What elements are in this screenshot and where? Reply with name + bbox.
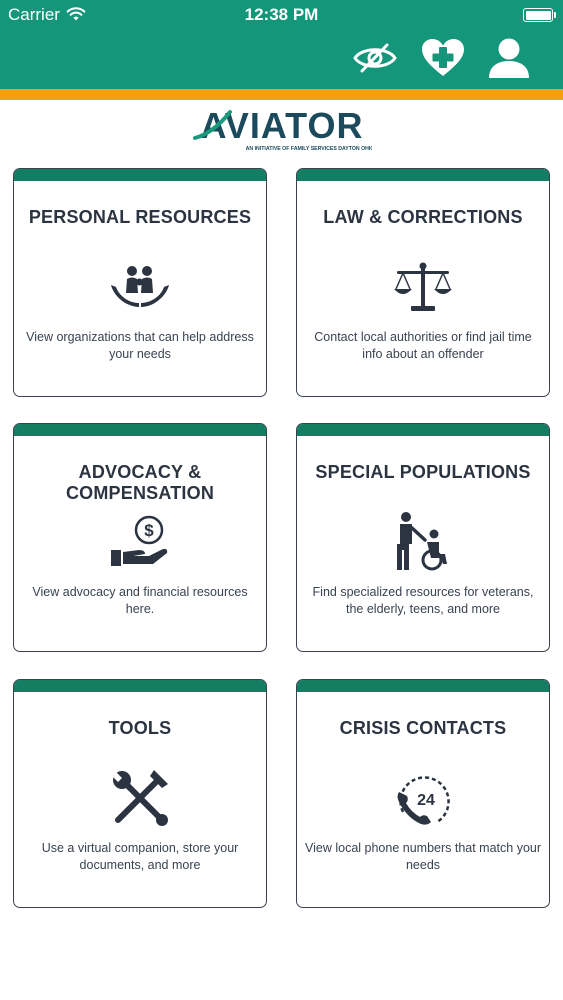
aviator-logo: AVIATOR AN INITIATIVE OF FAMILY SERVICES… bbox=[192, 105, 374, 154]
tools-icon bbox=[14, 768, 266, 828]
card-header-bar bbox=[14, 169, 266, 181]
card-header-bar bbox=[297, 680, 549, 692]
phone-24-icon: 24 bbox=[297, 768, 549, 828]
status-time: 12:38 PM bbox=[244, 5, 319, 24]
card-advocacy-compensation[interactable]: ADVOCACY & COMPENSATION $ View advocacy … bbox=[13, 423, 267, 652]
card-special-populations[interactable]: SPECIAL POPULATIONS Find specialized res… bbox=[296, 423, 550, 652]
card-title: PERSONAL RESOURCES bbox=[28, 207, 252, 227]
money-hand-icon: $ bbox=[14, 512, 266, 572]
family-hands-icon bbox=[14, 257, 266, 317]
accent-bar bbox=[0, 89, 563, 100]
card-tools[interactable]: TOOLS Use a virtual companion, store you… bbox=[13, 679, 267, 908]
wheelchair-assist-icon bbox=[297, 512, 549, 572]
card-title: SPECIAL POPULATIONS bbox=[315, 462, 531, 482]
svg-text:AN INITIATIVE OF FAMILY SERVIC: AN INITIATIVE OF FAMILY SERVICES DAYTON … bbox=[246, 146, 372, 152]
card-description: View advocacy and financial resources he… bbox=[32, 585, 248, 616]
card-header-bar bbox=[297, 169, 549, 181]
card-description: View organizations that can help address… bbox=[26, 330, 254, 361]
svg-text:AVIATOR: AVIATOR bbox=[200, 108, 363, 146]
heart-plus-icon[interactable] bbox=[418, 36, 468, 80]
card-header-bar bbox=[14, 424, 266, 436]
card-law-corrections[interactable]: LAW & CORRECTIONS Contact local authorit… bbox=[296, 168, 550, 397]
card-title: CRISIS CONTACTS bbox=[339, 718, 507, 738]
card-description: Contact local authorities or find jail t… bbox=[314, 330, 532, 361]
card-personal-resources[interactable]: PERSONAL RESOURCES View organizations th… bbox=[13, 168, 267, 397]
app-header: Carrier 12:38 PM bbox=[0, 0, 563, 89]
status-bar: Carrier 12:38 PM bbox=[0, 0, 563, 30]
card-header-bar bbox=[297, 424, 549, 436]
user-icon[interactable] bbox=[484, 36, 534, 80]
card-header-bar bbox=[14, 680, 266, 692]
scales-icon bbox=[297, 257, 549, 317]
svg-text:24: 24 bbox=[417, 792, 435, 809]
card-title: LAW & CORRECTIONS bbox=[323, 207, 523, 227]
card-description: Use a virtual companion, store your docu… bbox=[41, 841, 239, 872]
card-description: Find specialized resources for veterans,… bbox=[312, 585, 534, 616]
battery-full-icon bbox=[523, 8, 556, 22]
hide-eye-icon[interactable] bbox=[350, 36, 400, 80]
card-crisis-contacts[interactable]: CRISIS CONTACTS 24 View local phone numb… bbox=[296, 679, 550, 908]
card-title: ADVOCACY & COMPENSATION bbox=[65, 462, 215, 503]
card-title: TOOLS bbox=[108, 718, 172, 738]
card-description: View local phone numbers that match your… bbox=[305, 841, 542, 872]
svg-text:$: $ bbox=[144, 521, 154, 540]
